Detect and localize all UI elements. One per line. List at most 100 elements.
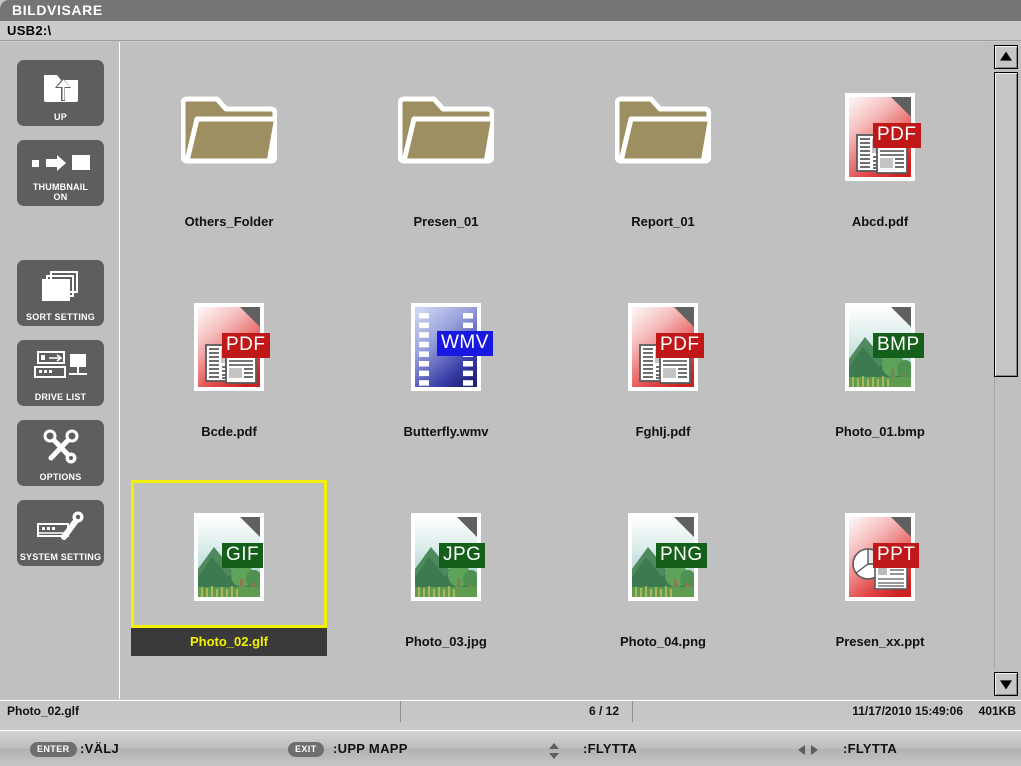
folder-icon: [614, 89, 713, 185]
sidebar-button-drive-list[interactable]: DRIVE LIST: [17, 340, 104, 406]
file-item[interactable]: PDF FghIj.pdf: [563, 274, 763, 449]
sidebar-button-drive-list-label: DRIVE LIST: [34, 392, 87, 402]
sidebar-button-up[interactable]: UP: [17, 60, 104, 126]
file-name-label: Photo_02.glf: [131, 628, 327, 656]
main-region: UP THUMBNAIL ON SORT SETTING DRIVE LIST …: [0, 42, 1021, 699]
file-item[interactable]: PDF Bcde.pdf: [129, 274, 329, 449]
page-fold-icon: [891, 516, 911, 537]
file-thumbnail: WMV: [346, 274, 546, 419]
file-icon-wmv: WMV: [411, 302, 493, 391]
file-icon-image: PNG: [628, 512, 707, 601]
file-type-badge: PDF: [222, 332, 270, 358]
file-icon-pdf: PDF: [845, 92, 921, 181]
file-item[interactable]: PNG Photo_04.png: [563, 484, 763, 659]
sidebar-button-options[interactable]: OPTIONS: [17, 420, 104, 486]
enter-hint-label: :VÄLJ: [80, 741, 120, 756]
sidebar-button-sort-setting[interactable]: SORT SETTING: [17, 260, 104, 326]
file-thumbnail: [346, 64, 546, 209]
vertical-scrollbar[interactable]: [989, 42, 1021, 699]
file-item[interactable]: Others_Folder: [129, 64, 329, 239]
file-icon-image: GIF: [194, 512, 264, 601]
image-viewer-app: BILDVISARE USB2:\ UP THUMBNAIL ON SORT S…: [0, 0, 1021, 766]
file-name-label: Others_Folder: [184, 214, 274, 229]
file-name-label: Bcde.pdf: [201, 424, 257, 439]
file-icon-pdf: PDF: [194, 302, 270, 391]
stacked-pages-icon: [17, 267, 104, 307]
file-thumbnail: PDF: [129, 274, 329, 419]
file-item[interactable]: PPT Presen_xx.ppt: [780, 484, 980, 659]
file-item[interactable]: WMV Butterfly.wmv: [346, 274, 546, 449]
triangle-up-icon: [1000, 51, 1012, 61]
file-type-badge: GIF: [222, 542, 264, 568]
file-type-badge: PNG: [656, 542, 707, 568]
title-bar: BILDVISARE: [0, 0, 1021, 21]
window-title: BILDVISARE: [12, 2, 103, 18]
sidebar-button-up-label: UP: [54, 112, 67, 122]
file-icon-ppt: PPT: [845, 512, 920, 601]
page-fold-icon: [240, 306, 260, 327]
sidebar: UP THUMBNAIL ON SORT SETTING DRIVE LIST …: [0, 42, 120, 699]
up-down-hint-label: :FLYTTA: [583, 741, 638, 756]
page-fold-icon: [457, 516, 477, 537]
file-thumbnail: PNG: [563, 484, 763, 629]
enter-key-badge: ENTER: [30, 742, 77, 757]
sidebar-button-system-setting[interactable]: SYSTEM SETTING: [17, 500, 104, 566]
file-name-label: Report_01: [631, 214, 695, 229]
file-grid: Others_Folder Presen_01 Report_01 PDF Abcd.p…: [121, 42, 989, 699]
file-thumbnail: PPT: [780, 484, 980, 629]
file-name-label: Photo_04.png: [620, 634, 706, 649]
file-type-badge: PPT: [873, 542, 920, 568]
sidebar-button-thumbnail[interactable]: THUMBNAIL ON: [17, 140, 104, 206]
file-name-label: FghIj.pdf: [635, 424, 691, 439]
status-counter: 6 / 12: [588, 704, 619, 718]
page-fold-icon: [240, 516, 260, 537]
status-datetime: 11/17/2010 15:49:06: [852, 704, 963, 718]
sidebar-button-thumbnail-label: THUMBNAIL ON: [32, 182, 89, 202]
file-type-badge: BMP: [873, 332, 924, 358]
scrollbar-thumb[interactable]: [994, 72, 1018, 377]
file-item[interactable]: Presen_01: [346, 64, 546, 239]
file-thumbnail: [563, 64, 763, 209]
status-filesize: 401KB: [978, 704, 1016, 718]
triangle-down-icon: [1000, 680, 1012, 690]
scroll-down-button[interactable]: [994, 672, 1018, 696]
file-thumbnail: [129, 64, 329, 209]
sidebar-button-options-label: OPTIONS: [39, 472, 82, 482]
status-bar: Photo_02.glf 6 / 12 11/17/2010 15:49:06 …: [0, 700, 1021, 722]
file-name-label: Butterfly.wmv: [403, 424, 489, 439]
page-fold-icon: [891, 306, 911, 327]
file-thumbnail: GIF: [129, 484, 329, 629]
file-name-label: Photo_01.bmp: [835, 424, 925, 439]
system-setting-icon: [17, 507, 104, 547]
tools-icon: [17, 427, 104, 467]
sidebar-button-system-setting-label: SYSTEM SETTING: [19, 552, 102, 562]
file-type-badge: PDF: [656, 332, 704, 358]
file-thumbnail: BMP: [780, 274, 980, 419]
file-name-label: Photo_03.jpg: [405, 634, 487, 649]
file-type-badge: WMV: [437, 330, 493, 356]
file-thumbnail: PDF: [563, 274, 763, 419]
hint-bar: ENTER :VÄLJ EXIT :UPP MAPP :FLYTTA :FLYT…: [0, 730, 1021, 766]
file-item[interactable]: JPG Photo_03.jpg: [346, 484, 546, 659]
file-item[interactable]: PDF Abcd.pdf: [780, 64, 980, 239]
exit-hint-label: :UPP MAPP: [333, 741, 408, 756]
file-icon-pdf: PDF: [628, 302, 704, 391]
left-right-arrow-icon: [798, 743, 818, 762]
file-grid-panel: Others_Folder Presen_01 Report_01 PDF Abcd.p…: [121, 42, 989, 699]
file-thumbnail: PDF: [780, 64, 980, 209]
file-type-badge: PDF: [873, 122, 921, 148]
page-fold-icon: [891, 96, 911, 117]
folder-icon: [180, 89, 279, 185]
up-down-arrow-icon: [548, 743, 560, 764]
folder-up-icon: [17, 67, 104, 107]
file-name-label: Abcd.pdf: [851, 214, 909, 229]
file-item[interactable]: Report_01: [563, 64, 763, 239]
file-item[interactable]: BMP Photo_01.bmp: [780, 274, 980, 449]
path-bar: USB2:\: [0, 21, 1021, 41]
scroll-up-button[interactable]: [994, 45, 1018, 69]
file-item[interactable]: GIF Photo_02.glf: [129, 480, 329, 659]
file-thumbnail: JPG: [346, 484, 546, 629]
file-type-badge: JPG: [439, 542, 486, 568]
left-right-hint-label: :FLYTTA: [843, 741, 898, 756]
thumbnail-toggle-icon: [17, 145, 104, 181]
